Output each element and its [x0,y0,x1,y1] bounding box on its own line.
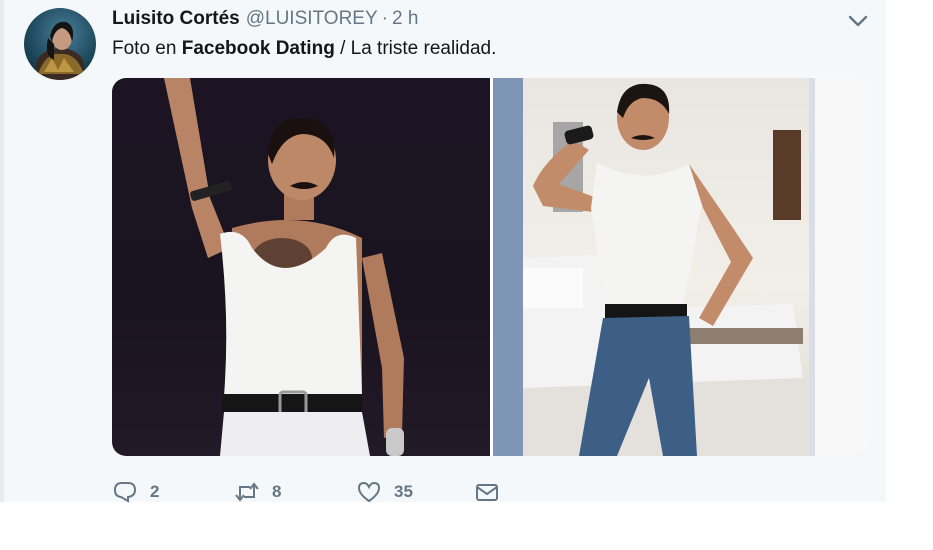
retweet-button[interactable]: 8 [234,479,356,505]
photo-right[interactable] [493,78,871,456]
tweet-text-prefix: Foto en [112,38,182,59]
retweet-icon [235,482,259,502]
photo-left-image [164,78,404,456]
tweet-card[interactable]: Luisito Cortés @LUISITOREY · 2 h Foto en… [0,0,886,503]
avatar-image [36,21,84,80]
author-name[interactable]: Luisito Cortés [112,8,240,30]
photo-right-image [493,78,871,456]
tweet-text-suffix: / La triste realidad. [334,38,497,59]
tweet-header: Luisito Cortés @LUISITOREY · 2 h [112,8,418,32]
heart-icon [357,481,381,503]
chevron-down-icon[interactable] [847,10,869,32]
separator-dot: · [381,8,388,29]
envelope-icon [476,484,498,501]
reply-button[interactable]: 2 [112,479,234,505]
action-bar: 2 8 35 [112,476,500,508]
avatar[interactable] [24,8,96,80]
photo-left[interactable] [112,78,490,456]
tweet-text: Foto en Facebook Dating / La triste real… [112,38,496,60]
tweet-timestamp[interactable]: 2 h [392,8,418,30]
like-count: 35 [394,482,413,501]
media-grid [112,78,871,456]
thread-line [0,0,4,502]
reply-icon [113,482,137,503]
like-button[interactable]: 35 [356,479,474,505]
retweet-count: 8 [272,482,282,501]
reply-count: 2 [150,482,160,501]
author-handle[interactable]: @LUISITOREY [246,8,378,30]
direct-message-button[interactable] [474,479,500,505]
tweet-text-highlight: Facebook Dating [181,38,335,59]
